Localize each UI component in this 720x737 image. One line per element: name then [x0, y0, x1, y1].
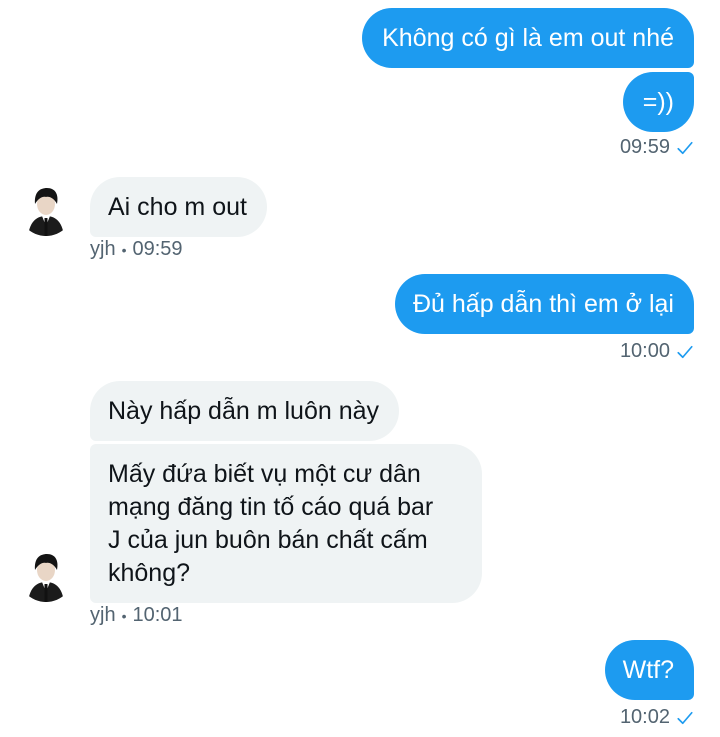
message-meta: 09:59	[620, 136, 694, 159]
message-time: 10:01	[132, 604, 183, 626]
avatar-image	[18, 180, 74, 236]
message-meta: yjh • 10:01	[90, 604, 183, 627]
message-text: Ai cho m out	[108, 193, 247, 221]
message-bubble-outgoing[interactable]: Wtf?	[604, 640, 694, 700]
message-text-line: J của jun buôn bán chất cấm	[108, 526, 428, 554]
sender-name: yjh	[90, 604, 116, 626]
meta-separator: •	[121, 241, 127, 258]
message-text: Không có gì là em out nhé	[382, 24, 674, 52]
message-text-line: Mấy đứa biết vụ một cư dân	[108, 460, 421, 488]
meta-separator: •	[121, 607, 127, 624]
user-avatar[interactable]	[18, 180, 74, 236]
check-icon	[677, 141, 693, 154]
check-icon	[677, 711, 693, 724]
message-bubble-outgoing[interactable]: =))	[622, 72, 694, 132]
sender-name: yjh	[90, 238, 116, 260]
message-text-line: mạng đăng tin tố cáo quá bar	[108, 493, 434, 521]
message-text-line: không?	[108, 559, 191, 587]
message-text: =))	[642, 88, 674, 116]
avatar-image	[18, 546, 74, 602]
message-bubble-incoming[interactable]: Mấy đứa biết vụ một cư dân mạng đăng tin…	[90, 444, 482, 603]
message-time: 10:00	[619, 340, 670, 362]
message-time: 09:59	[619, 136, 670, 158]
message-meta: yjh • 09:59	[90, 238, 183, 261]
message-time: 09:59	[132, 238, 183, 260]
message-bubble-incoming[interactable]: Này hấp dẫn m luôn này	[90, 381, 400, 441]
message-text: Wtf?	[622, 656, 674, 684]
message-bubble-incoming[interactable]: Ai cho m out	[90, 177, 267, 237]
message-meta: 10:02	[620, 706, 694, 729]
check-icon	[677, 345, 693, 358]
message-text: Đủ hấp dẫn thì em ở lại	[413, 290, 674, 318]
user-avatar[interactable]	[18, 546, 74, 602]
message-text: Này hấp dẫn m luôn này	[108, 397, 380, 425]
message-meta: 10:00	[620, 340, 694, 363]
message-bubble-outgoing[interactable]: Không có gì là em out nhé	[362, 8, 694, 68]
message-time: 10:02	[619, 706, 670, 728]
message-bubble-outgoing[interactable]: Đủ hấp dẫn thì em ở lại	[395, 274, 694, 334]
